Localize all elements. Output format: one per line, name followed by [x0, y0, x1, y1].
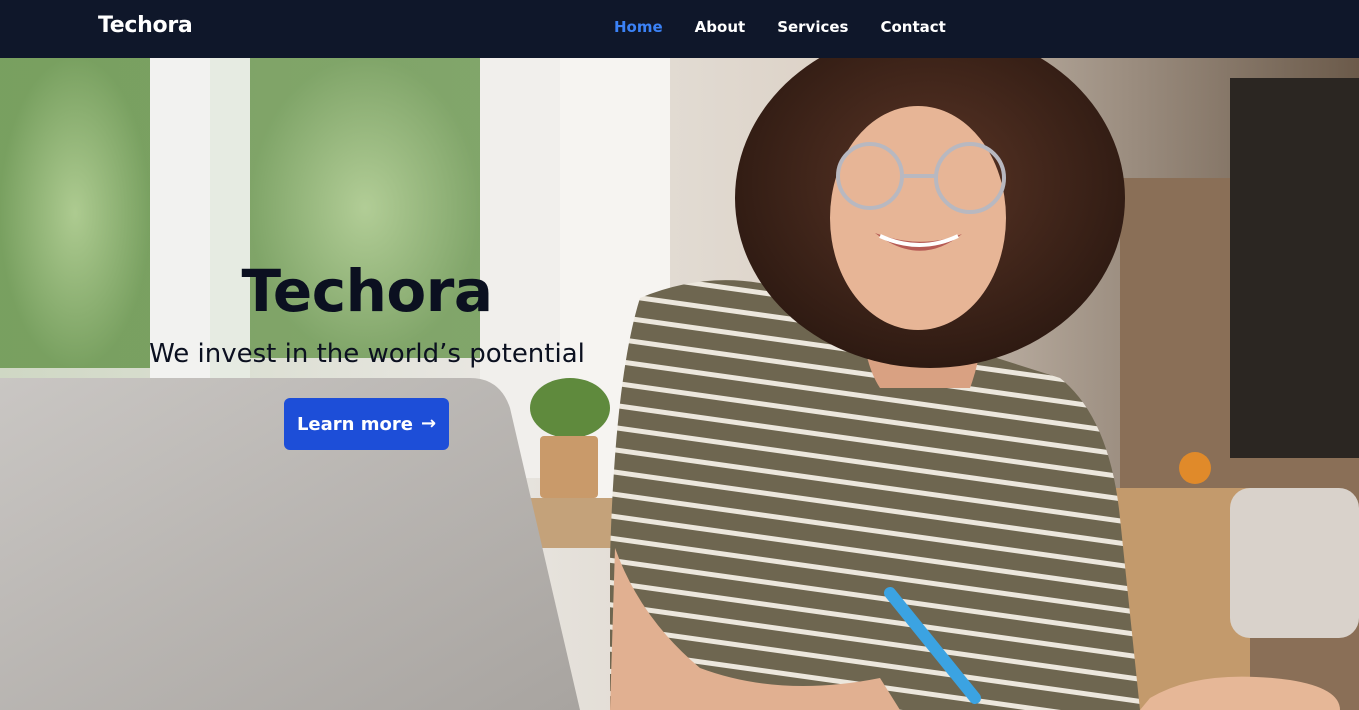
nav-link-home[interactable]: Home: [614, 17, 663, 37]
brand-logo[interactable]: Techora: [98, 13, 193, 38]
nav-link-services[interactable]: Services: [777, 17, 848, 37]
hero-title: Techora: [241, 257, 493, 325]
nav-links: Home About Services Contact: [614, 17, 978, 37]
nav-link-about[interactable]: About: [695, 17, 746, 37]
learn-more-button[interactable]: Learn more →: [284, 398, 449, 450]
learn-more-label: Learn more: [296, 413, 413, 435]
hero-subtitle: We invest in the world’s potential: [149, 339, 585, 369]
hero-content: Techora We invest in the world’s potenti…: [0, 58, 734, 710]
arrow-right-icon: →: [420, 413, 437, 434]
navbar: Techora Home About Services Contact: [0, 0, 1359, 58]
hero-section: Techora We invest in the world’s potenti…: [0, 58, 1359, 710]
nav-link-contact[interactable]: Contact: [880, 17, 945, 37]
